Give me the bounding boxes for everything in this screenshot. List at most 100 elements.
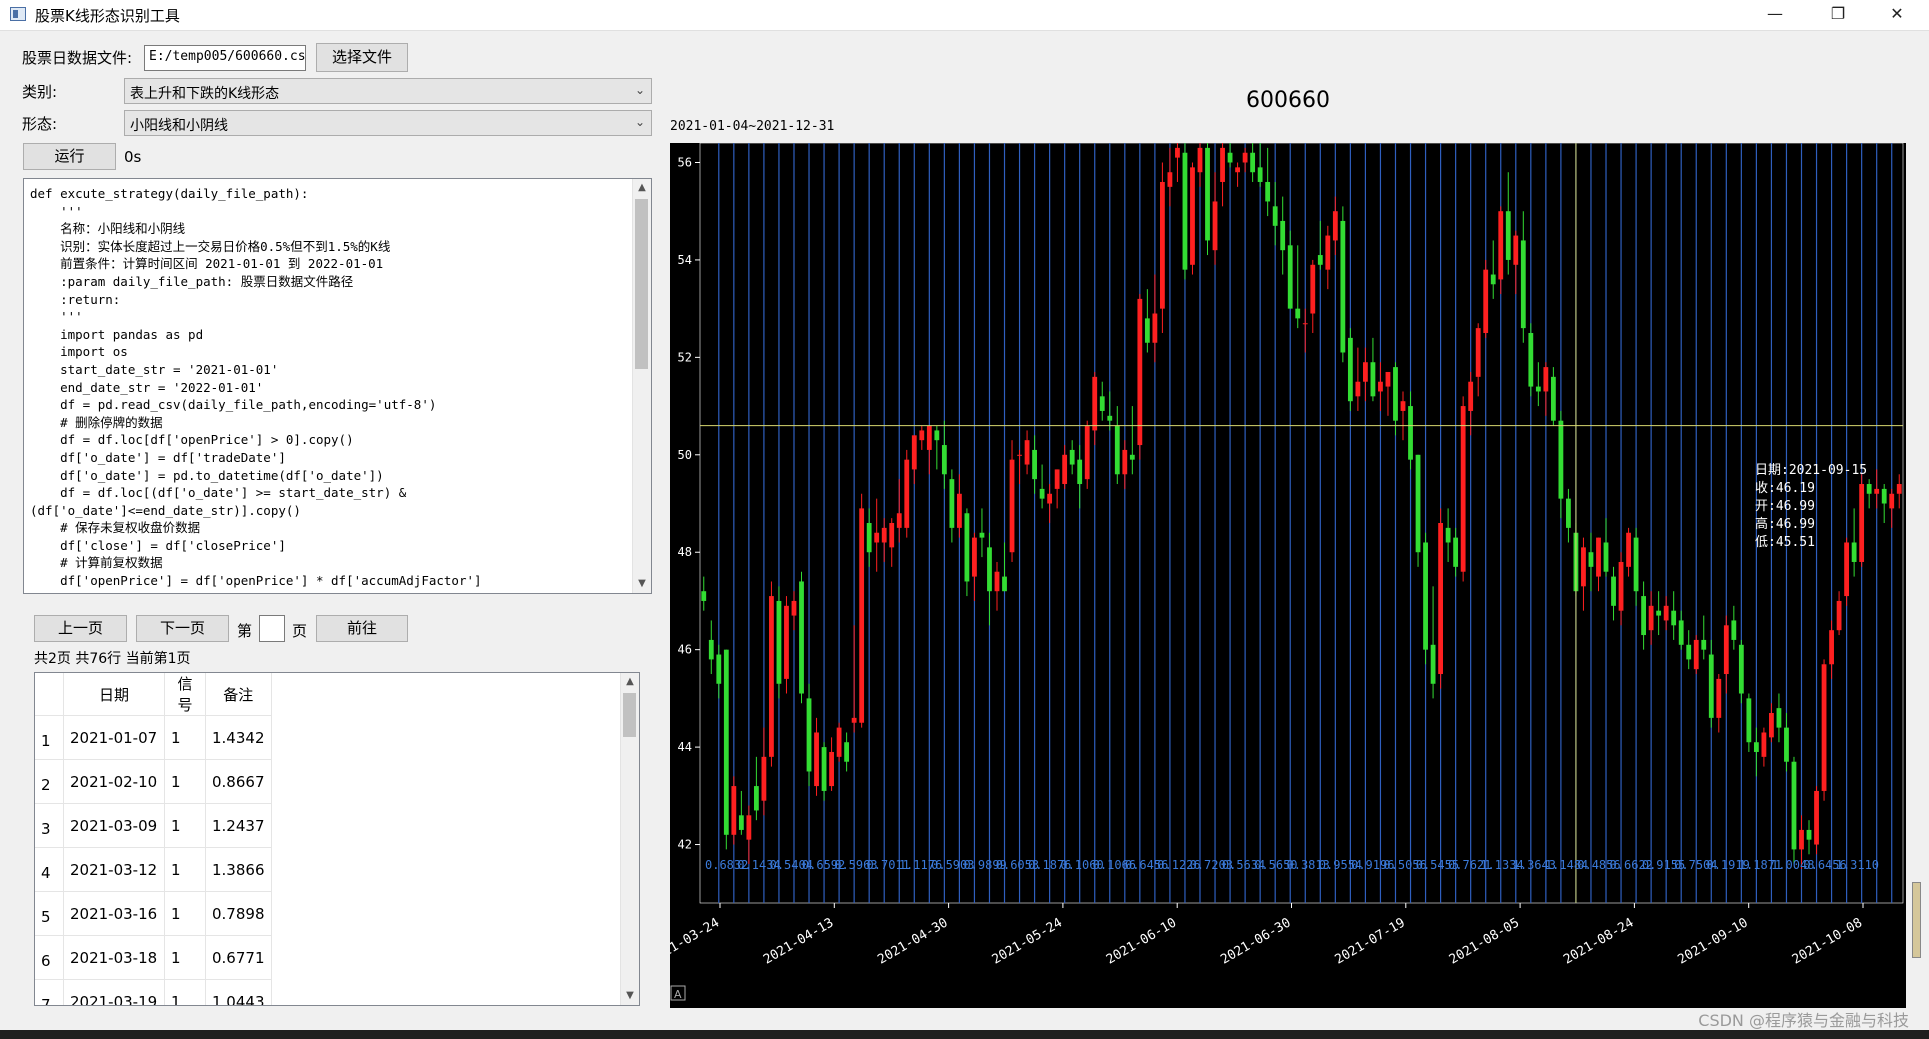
cell-date[interactable]: 2021-03-09 [63, 803, 165, 848]
scroll-down-icon[interactable]: ▼ [621, 987, 639, 1005]
candle-body [1701, 639, 1707, 650]
candle [1761, 727, 1767, 767]
candle [1596, 537, 1601, 592]
candle [1054, 469, 1060, 509]
candle [972, 532, 977, 601]
cell-note[interactable]: 1.2437 [205, 803, 272, 848]
page-suffix: 页 [292, 622, 308, 640]
minimize-button[interactable]: — [1752, 0, 1798, 30]
cell-date[interactable]: 2021-03-16 [63, 891, 165, 936]
candle [994, 561, 1000, 611]
cell-date[interactable]: 2021-01-07 [63, 715, 165, 760]
y-tick-label: 50 [678, 448, 692, 462]
cell-note[interactable]: 1.0443 [205, 979, 272, 1005]
scroll-up-icon[interactable]: ▲ [621, 673, 639, 691]
candle-body [1603, 542, 1609, 572]
candle [1814, 786, 1819, 855]
pattern-select[interactable]: 小阳线和小阴线 ⌄ [124, 110, 652, 136]
kline-chart-panel[interactable]: 42 44 46 48 50 52 54 56 2021-03-24 2021-04-13 2021… [647, 142, 1906, 1008]
chart-title: 600660 [1246, 88, 1330, 113]
table-scrollbar[interactable]: ▲ ▼ [620, 673, 639, 1005]
resize-grip[interactable] [1912, 882, 1921, 958]
table-row[interactable]: 6 2021-03-18 1 0.6771 [35, 935, 272, 980]
scroll-thumb[interactable] [635, 199, 648, 369]
candle-body [776, 600, 782, 684]
cell-signal[interactable]: 1 [164, 759, 206, 804]
candle [1505, 172, 1511, 275]
cell-date[interactable]: 2021-03-19 [63, 979, 165, 1005]
code-editor[interactable]: def excute_strategy(daily_file_path): ''… [23, 178, 652, 594]
column-header-note[interactable]: 备注 [205, 673, 272, 716]
candle [1152, 274, 1158, 363]
column-header-date[interactable]: 日期 [63, 673, 165, 716]
maximize-button[interactable]: ❐ [1815, 0, 1861, 30]
cell-signal[interactable]: 1 [164, 979, 206, 1005]
candle [1550, 367, 1556, 426]
results-table[interactable]: 日期 信号 备注 1 2021-01-07 1 1.4342 2 2021-02-10 1 0… [34, 672, 640, 1006]
candle-body [1423, 542, 1428, 650]
go-page-button[interactable]: 前往 [316, 615, 408, 642]
run-button[interactable]: 运行 [23, 143, 116, 170]
cell-note[interactable]: 0.7898 [205, 891, 272, 936]
cell-note[interactable]: 0.8667 [205, 759, 272, 804]
candle-body [1099, 396, 1105, 411]
file-path-input[interactable]: E:/temp005/600660.csv [144, 45, 306, 71]
candle-body [799, 581, 804, 694]
cell-signal[interactable]: 1 [164, 847, 206, 892]
prev-page-button[interactable]: 上一页 [34, 615, 127, 642]
scroll-thumb[interactable] [623, 693, 636, 737]
cell-signal[interactable]: 1 [164, 715, 206, 760]
candle [1137, 294, 1143, 460]
column-header-signal[interactable]: 信号 [164, 673, 206, 716]
table-row[interactable]: 3 2021-03-09 1 1.2437 [35, 803, 272, 848]
candle-body [1596, 537, 1601, 577]
pattern-value: 小阳线和小阴线 [130, 118, 228, 134]
code-scrollbar[interactable]: ▲ ▼ [632, 179, 651, 593]
table-row[interactable]: 2 2021-02-10 1 0.8667 [35, 759, 272, 804]
scroll-down-icon[interactable]: ▼ [633, 575, 651, 593]
cell-signal[interactable]: 1 [164, 891, 206, 936]
candle [881, 518, 887, 562]
candle [1235, 162, 1240, 187]
table-row[interactable]: 7 2021-03-19 1 1.0443 [35, 979, 272, 1005]
category-select[interactable]: 表上升和下跌的K线形态 ⌄ [124, 78, 652, 104]
candle [1205, 143, 1210, 256]
choose-file-button[interactable]: 选择文件 [316, 43, 408, 72]
cell-date[interactable]: 2021-03-12 [63, 847, 165, 892]
table-row[interactable]: 1 2021-01-07 1 1.4342 [35, 715, 272, 760]
candle [1009, 440, 1015, 562]
next-page-button[interactable]: 下一页 [136, 615, 229, 642]
candle-body [1332, 211, 1338, 241]
candle [1242, 147, 1248, 173]
candle [1844, 537, 1850, 606]
candle-body [1844, 542, 1850, 597]
close-button[interactable]: ✕ [1874, 0, 1920, 30]
cell-date[interactable]: 2021-02-10 [63, 759, 165, 804]
row-number: 4 [35, 847, 64, 892]
candle-body [708, 639, 714, 660]
candle [1129, 406, 1135, 475]
candle [1032, 435, 1037, 494]
candle-body [1678, 620, 1684, 645]
candle-body [979, 532, 985, 538]
table-row[interactable]: 5 2021-03-16 1 0.7898 [35, 891, 272, 936]
app-icon [10, 7, 26, 21]
elapsed-time: 0s [124, 148, 142, 166]
page-number-input[interactable] [259, 615, 285, 642]
cell-note[interactable]: 1.4342 [205, 715, 272, 760]
cell-signal[interactable]: 1 [164, 935, 206, 980]
cell-signal[interactable]: 1 [164, 803, 206, 848]
kline-chart[interactable]: 42 44 46 48 50 52 54 56 2021-03-24 2021-04-13 2021… [647, 142, 1906, 1008]
candle [746, 805, 752, 865]
row-number: 2 [35, 759, 64, 804]
candle [1776, 693, 1782, 743]
table-row[interactable]: 4 2021-03-12 1 1.3866 [35, 847, 272, 892]
cell-date[interactable]: 2021-03-18 [63, 935, 165, 980]
candle-body [814, 732, 819, 787]
cell-note[interactable]: 0.6771 [205, 935, 272, 980]
candle-body [1490, 274, 1496, 285]
code-text: def excute_strategy(daily_file_path): ''… [30, 186, 497, 593]
scroll-up-icon[interactable]: ▲ [633, 179, 651, 197]
candle-body [746, 815, 752, 840]
cell-note[interactable]: 1.3866 [205, 847, 272, 892]
